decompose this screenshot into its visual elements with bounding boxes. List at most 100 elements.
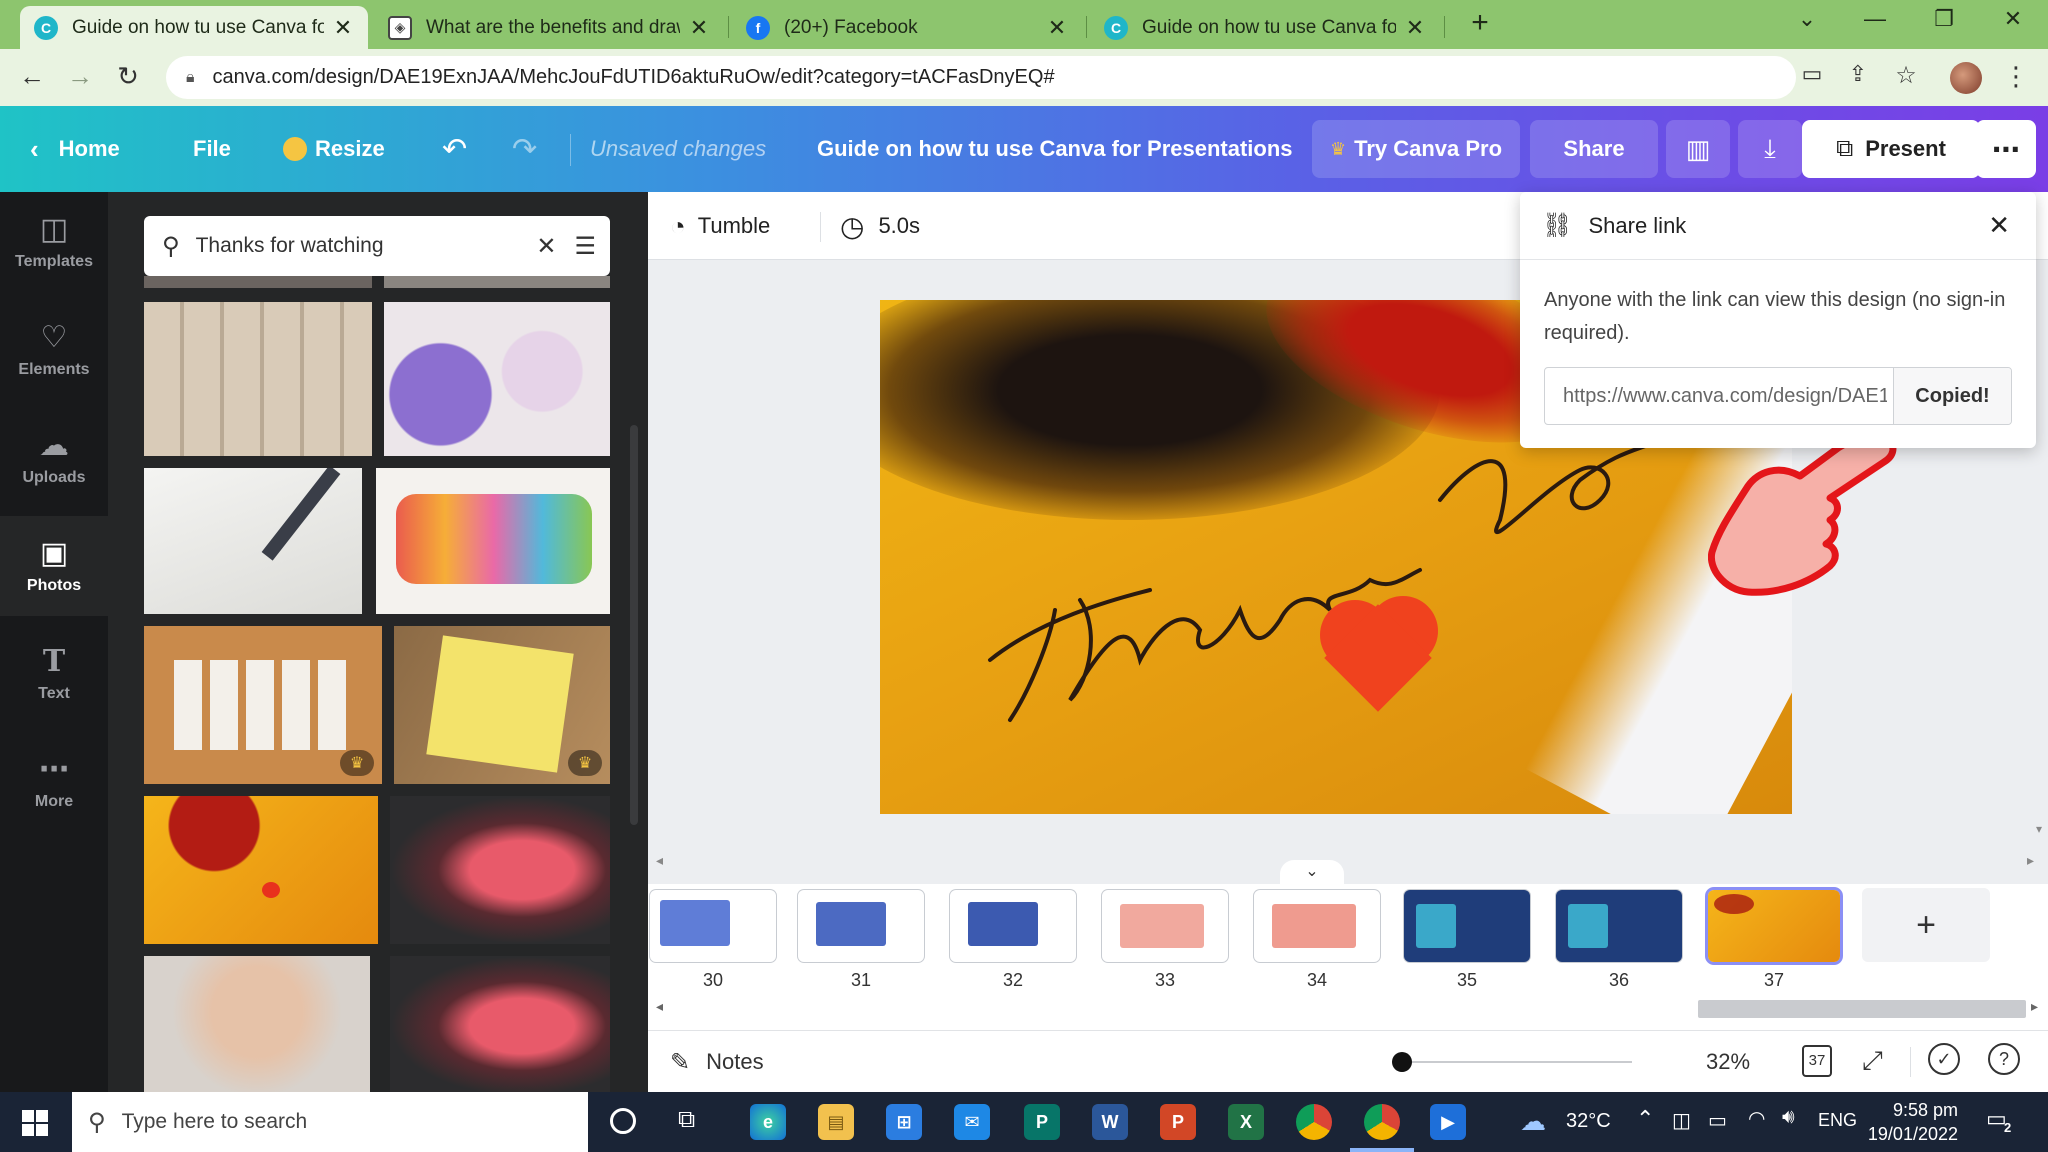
close-tab-icon[interactable]: ✕ — [1404, 15, 1426, 41]
windows-start-icon[interactable] — [22, 1110, 48, 1136]
reload-icon[interactable]: ↻ — [110, 61, 146, 92]
photo-thumbnail-thank-you-yellow[interactable] — [144, 796, 378, 944]
notes-button[interactable]: ✎ Notes — [670, 1031, 764, 1093]
copied-button[interactable]: Copied! — [1893, 368, 2011, 424]
star-icon[interactable]: ☆ — [1888, 61, 1924, 90]
page-thumbnail[interactable] — [1102, 890, 1228, 962]
page-thumbnail[interactable] — [798, 890, 924, 962]
redo-icon[interactable]: ↷ — [512, 106, 537, 192]
mail-icon[interactable]: ✉ — [954, 1104, 990, 1140]
back-icon[interactable]: ← — [14, 61, 50, 92]
close-tab-icon[interactable]: ✕ — [1046, 15, 1068, 41]
page-strip-scrollbar[interactable] — [1698, 1000, 2026, 1018]
url-field[interactable]: 🔒︎ canva.com/design/DAE19ExnJAA/MehcJouF… — [166, 56, 1796, 99]
home-link[interactable]: ‹ Home — [30, 106, 120, 192]
editor-vertical-scroll-icon[interactable]: ▾ — [2036, 822, 2042, 836]
network-icon[interactable]: ◫ — [1672, 1108, 1691, 1133]
page-thumbnail[interactable] — [1254, 890, 1380, 962]
word-icon[interactable]: W — [1092, 1104, 1128, 1140]
temperature[interactable]: 32°C — [1566, 1110, 1611, 1133]
share-page-icon[interactable]: ⇪ — [1840, 61, 1876, 87]
more-options-button[interactable]: ⋯ — [1976, 120, 2036, 178]
resize-button[interactable]: Resize — [283, 106, 385, 192]
clear-search-icon[interactable]: ✕ — [536, 232, 556, 261]
task-view-icon[interactable]: ⧉ — [678, 1106, 695, 1134]
wifi-icon[interactable]: ◠ — [1748, 1106, 1765, 1131]
zoom-slider-handle[interactable] — [1392, 1052, 1412, 1072]
undo-icon[interactable]: ↶ — [442, 106, 467, 192]
browser-tab-benefits[interactable]: ◈ What are the benefits and drawb ✕ — [374, 6, 724, 49]
add-page-button[interactable]: + — [1862, 888, 1990, 962]
panel-scrollbar[interactable] — [630, 425, 638, 825]
rail-item-photos[interactable]: ▣ Photos — [0, 516, 108, 616]
download-icon[interactable]: ⤓ — [1738, 120, 1802, 178]
close-popup-icon[interactable]: ✕ — [1988, 210, 2010, 241]
browser-tab-facebook[interactable]: f (20+) Facebook ✕ — [732, 6, 1082, 49]
photo-thumbnail-sticky-note[interactable]: ♛ — [394, 626, 610, 784]
close-tab-icon[interactable]: ✕ — [688, 15, 710, 41]
rail-item-uploads[interactable]: ☁ Uploads — [0, 408, 108, 508]
rail-item-text[interactable]: T Text — [0, 624, 108, 724]
chrome-profile-icon[interactable] — [1364, 1104, 1400, 1140]
photo-thumbnail[interactable] — [384, 276, 610, 288]
filter-icon[interactable]: ☰ — [574, 232, 596, 261]
present-button[interactable]: ⧉ Present — [1802, 120, 1980, 178]
timing-button[interactable]: ◷ 5.0s — [840, 192, 920, 260]
tab-search-icon[interactable]: ⌄ — [1787, 6, 1827, 32]
page-thumbnail-selected[interactable] — [1708, 890, 1840, 962]
share-link-field[interactable]: https://www.canva.com/design/DAE19ExnJAA… — [1544, 367, 2012, 425]
taskbar-search-box[interactable]: ⚲ Type here to search — [72, 1092, 588, 1152]
strip-scroll-left-icon[interactable]: ◂ — [656, 998, 663, 1015]
canvas-scroll-right-icon[interactable]: ▸ — [2027, 852, 2034, 869]
cortana-icon[interactable] — [610, 1108, 636, 1134]
chrome-icon[interactable] — [1296, 1104, 1332, 1140]
photo-thumbnail-painted-thank-you[interactable] — [376, 468, 610, 614]
page-strip-toggle[interactable]: ⌄ — [1280, 860, 1344, 884]
check-icon[interactable]: ✓ — [1928, 1043, 1960, 1075]
page-thumbnail[interactable] — [650, 890, 776, 962]
close-window-button[interactable]: ✕ — [1993, 6, 2033, 32]
battery-icon[interactable]: ▭ — [1708, 1108, 1727, 1133]
profile-avatar[interactable] — [1950, 62, 1982, 94]
photo-search-input[interactable]: ⚲ Thanks for watching ✕ ☰ — [144, 216, 610, 276]
design-title[interactable]: Guide on how tu use Canva for Presentati… — [817, 106, 1293, 192]
zoom-slider[interactable] — [1392, 1052, 1632, 1072]
file-explorer-icon[interactable]: ▤ — [818, 1104, 854, 1140]
fullscreen-icon[interactable]: ⤢ — [1862, 1045, 1883, 1077]
photo-thumbnail[interactable] — [144, 276, 372, 288]
share-button[interactable]: Share — [1530, 120, 1658, 178]
try-canva-pro-button[interactable]: ♛ Try Canva Pro — [1312, 120, 1520, 178]
minimize-button[interactable]: — — [1855, 6, 1895, 32]
photo-thumbnail-heart-hands[interactable] — [144, 956, 370, 1092]
edge-icon[interactable]: e — [750, 1104, 786, 1140]
photo-thumbnail-neon-thank-you[interactable] — [390, 796, 610, 944]
browser-tab-canva-guide[interactable]: C Guide on how tu use Canva for P ✕ — [20, 6, 368, 49]
media-player-icon[interactable]: ▶ — [1430, 1104, 1466, 1140]
photo-thumbnail-thanks-tiles[interactable] — [144, 302, 372, 456]
excel-icon[interactable]: X — [1228, 1104, 1264, 1140]
close-tab-icon[interactable]: ✕ — [332, 15, 354, 41]
new-tab-button[interactable]: + — [1460, 6, 1500, 40]
photo-thumbnail-thank-you-card[interactable] — [384, 302, 610, 456]
forward-icon[interactable]: → — [62, 61, 98, 92]
page-count-button[interactable]: 37 — [1802, 1045, 1832, 1077]
microsoft-store-icon[interactable]: ⊞ — [886, 1104, 922, 1140]
powerpoint-icon[interactable]: P — [1160, 1104, 1196, 1140]
canvas-scroll-left-icon[interactable]: ◂ — [656, 852, 663, 869]
volume-icon[interactable]: 🔊︎ — [1782, 1106, 1795, 1129]
page-thumbnail[interactable] — [950, 890, 1076, 962]
photo-thumbnail-handwritten-thanks[interactable] — [144, 468, 362, 614]
input-language[interactable]: ENG — [1818, 1110, 1857, 1131]
photo-thumbnail-cork-thank-you[interactable]: ♛ — [144, 626, 382, 784]
weather-icon[interactable]: ☁ — [1520, 1106, 1546, 1137]
file-menu[interactable]: File — [193, 106, 231, 192]
page-thumbnail[interactable] — [1404, 890, 1530, 962]
zoom-level[interactable]: 32% — [1706, 1049, 1750, 1075]
rail-item-templates[interactable]: ◫ Templates — [0, 192, 108, 292]
restore-button[interactable]: ❐ — [1924, 6, 1964, 32]
insights-icon[interactable]: ▥ — [1666, 120, 1730, 178]
browser-tab-canva-guide-2[interactable]: C Guide on how tu use Canva for P ✕ — [1090, 6, 1440, 49]
browser-menu-icon[interactable]: ⋮ — [1998, 61, 2034, 92]
page-thumbnail[interactable] — [1556, 890, 1682, 962]
rail-item-more[interactable]: ⋯ More — [0, 732, 108, 832]
